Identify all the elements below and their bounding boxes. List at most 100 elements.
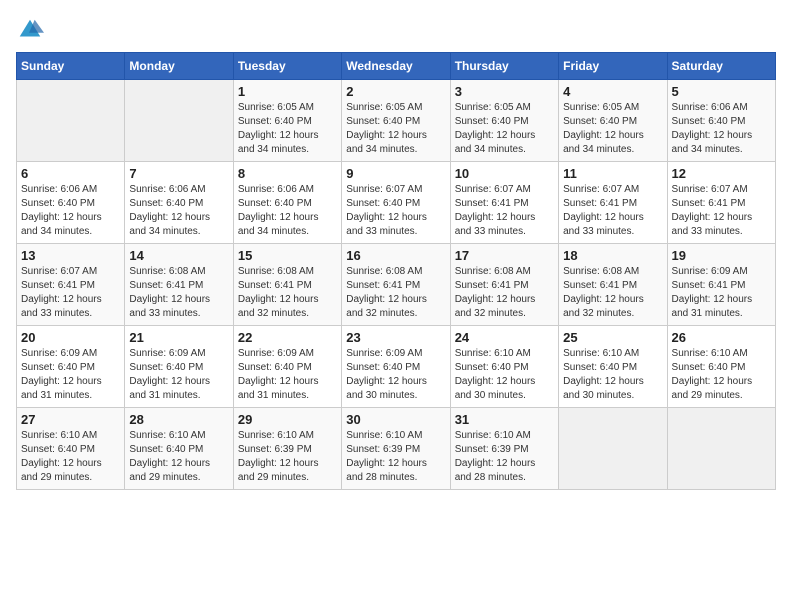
day-number: 11 [563,166,662,181]
day-number: 6 [21,166,120,181]
day-info: Sunrise: 6:10 AMSunset: 6:40 PMDaylight:… [129,429,228,485]
calendar-cell: 16Sunrise: 6:08 AMSunset: 6:41 PMDayligh… [342,244,450,326]
calendar-week-1: 1 Sunrise: 6:05 AMSunset: 6:40 PMDaylight… [17,80,776,162]
calendar-cell: 17 Sunrise: 6:08 AMSunset: 6:41 PMDayligh… [450,244,558,326]
calendar-cell: 24 Sunrise: 6:10 AMSunset: 6:40 PMDayligh… [450,326,558,408]
calendar-cell: 22 Sunrise: 6:09 AMSunset: 6:40 PMDayligh… [233,326,341,408]
calendar-cell: 2 Sunrise: 6:05 AMSunset: 6:40 PMDaylight… [342,80,450,162]
calendar-cell: 18Sunrise: 6:08 AMSunset: 6:41 PMDayligh… [559,244,667,326]
day-info: Sunrise: 6:06 AMSunset: 6:40 PMDaylight:… [21,183,120,239]
day-info: Sunrise: 6:10 AMSunset: 6:40 PMDaylight:… [563,347,662,403]
day-info: Sunrise: 6:08 AMSunset: 6:41 PMDaylight:… [563,265,662,321]
calendar-week-3: 13 Sunrise: 6:07 AMSunset: 6:41 PMDayligh… [17,244,776,326]
day-number: 31 [455,412,554,427]
day-info: Sunrise: 6:09 AMSunset: 6:41 PMDaylight:… [672,265,771,321]
weekday-header-friday: Friday [559,53,667,80]
calendar-cell: 31 Sunrise: 6:10 AMSunset: 6:39 PMDayligh… [450,408,558,490]
calendar-cell: 4 Sunrise: 6:05 AMSunset: 6:40 PMDaylight… [559,80,667,162]
calendar-cell [125,80,233,162]
calendar-cell: 10 Sunrise: 6:07 AMSunset: 6:41 PMDayligh… [450,162,558,244]
calendar-cell: 13 Sunrise: 6:07 AMSunset: 6:41 PMDayligh… [17,244,125,326]
day-info: Sunrise: 6:08 AMSunset: 6:41 PMDaylight:… [238,265,337,321]
calendar-cell: 9Sunrise: 6:07 AMSunset: 6:40 PMDaylight… [342,162,450,244]
page-header [16,16,776,44]
calendar-cell: 21 Sunrise: 6:09 AMSunset: 6:40 PMDayligh… [125,326,233,408]
calendar-cell [17,80,125,162]
day-info: Sunrise: 6:07 AMSunset: 6:41 PMDaylight:… [21,265,120,321]
calendar-cell: 26 Sunrise: 6:10 AMSunset: 6:40 PMDayligh… [667,326,775,408]
day-info: Sunrise: 6:05 AMSunset: 6:40 PMDaylight:… [455,101,554,157]
day-info: Sunrise: 6:06 AMSunset: 6:40 PMDaylight:… [672,101,771,157]
day-number: 28 [129,412,228,427]
calendar-week-4: 20 Sunrise: 6:09 AMSunset: 6:40 PMDayligh… [17,326,776,408]
day-number: 23 [346,330,445,345]
day-number: 15 [238,248,337,263]
calendar-cell: 19 Sunrise: 6:09 AMSunset: 6:41 PMDayligh… [667,244,775,326]
day-number: 9 [346,166,445,181]
calendar-cell: 14 Sunrise: 6:08 AMSunset: 6:41 PMDayligh… [125,244,233,326]
day-number: 10 [455,166,554,181]
day-number: 12 [672,166,771,181]
calendar-cell: 28 Sunrise: 6:10 AMSunset: 6:40 PMDayligh… [125,408,233,490]
day-number: 2 [346,84,445,99]
calendar-cell: 20 Sunrise: 6:09 AMSunset: 6:40 PMDayligh… [17,326,125,408]
day-number: 26 [672,330,771,345]
calendar-table: SundayMondayTuesdayWednesdayThursdayFrid… [16,52,776,490]
day-number: 14 [129,248,228,263]
calendar-cell [667,408,775,490]
day-info: Sunrise: 6:08 AMSunset: 6:41 PMDaylight:… [129,265,228,321]
calendar-cell: 29 Sunrise: 6:10 AMSunset: 6:39 PMDayligh… [233,408,341,490]
day-info: Sunrise: 6:07 AMSunset: 6:41 PMDaylight:… [563,183,662,239]
calendar-cell: 1 Sunrise: 6:05 AMSunset: 6:40 PMDaylight… [233,80,341,162]
calendar-cell: 5 Sunrise: 6:06 AMSunset: 6:40 PMDaylight… [667,80,775,162]
day-number: 27 [21,412,120,427]
day-number: 19 [672,248,771,263]
day-info: Sunrise: 6:10 AMSunset: 6:39 PMDaylight:… [238,429,337,485]
calendar-cell [559,408,667,490]
day-number: 1 [238,84,337,99]
day-info: Sunrise: 6:08 AMSunset: 6:41 PMDaylight:… [455,265,554,321]
day-info: Sunrise: 6:10 AMSunset: 6:40 PMDaylight:… [672,347,771,403]
calendar-cell: 15 Sunrise: 6:08 AMSunset: 6:41 PMDayligh… [233,244,341,326]
day-number: 22 [238,330,337,345]
day-number: 13 [21,248,120,263]
weekday-header-saturday: Saturday [667,53,775,80]
day-number: 5 [672,84,771,99]
day-info: Sunrise: 6:09 AMSunset: 6:40 PMDaylight:… [346,347,445,403]
logo [16,16,48,44]
day-info: Sunrise: 6:07 AMSunset: 6:41 PMDaylight:… [455,183,554,239]
day-info: Sunrise: 6:05 AMSunset: 6:40 PMDaylight:… [563,101,662,157]
calendar-cell: 7Sunrise: 6:06 AMSunset: 6:40 PMDaylight… [125,162,233,244]
calendar-cell: 23 Sunrise: 6:09 AMSunset: 6:40 PMDayligh… [342,326,450,408]
day-info: Sunrise: 6:07 AMSunset: 6:41 PMDaylight:… [672,183,771,239]
day-number: 4 [563,84,662,99]
calendar-cell: 6 Sunrise: 6:06 AMSunset: 6:40 PMDaylight… [17,162,125,244]
day-info: Sunrise: 6:06 AMSunset: 6:40 PMDaylight:… [129,183,228,239]
calendar-week-2: 6 Sunrise: 6:06 AMSunset: 6:40 PMDaylight… [17,162,776,244]
day-info: Sunrise: 6:05 AMSunset: 6:40 PMDaylight:… [238,101,337,157]
calendar-week-5: 27 Sunrise: 6:10 AMSunset: 6:40 PMDayligh… [17,408,776,490]
day-number: 24 [455,330,554,345]
logo-icon [16,16,44,44]
calendar-cell: 30Sunrise: 6:10 AMSunset: 6:39 PMDayligh… [342,408,450,490]
calendar-cell: 25Sunrise: 6:10 AMSunset: 6:40 PMDayligh… [559,326,667,408]
day-info: Sunrise: 6:05 AMSunset: 6:40 PMDaylight:… [346,101,445,157]
day-info: Sunrise: 6:09 AMSunset: 6:40 PMDaylight:… [129,347,228,403]
day-number: 29 [238,412,337,427]
day-number: 8 [238,166,337,181]
weekday-header-tuesday: Tuesday [233,53,341,80]
day-number: 20 [21,330,120,345]
day-number: 3 [455,84,554,99]
day-info: Sunrise: 6:10 AMSunset: 6:40 PMDaylight:… [21,429,120,485]
day-info: Sunrise: 6:08 AMSunset: 6:41 PMDaylight:… [346,265,445,321]
calendar-cell: 8Sunrise: 6:06 AMSunset: 6:40 PMDaylight… [233,162,341,244]
calendar-header: SundayMondayTuesdayWednesdayThursdayFrid… [17,53,776,80]
day-info: Sunrise: 6:10 AMSunset: 6:39 PMDaylight:… [455,429,554,485]
weekday-header-sunday: Sunday [17,53,125,80]
day-number: 21 [129,330,228,345]
day-number: 30 [346,412,445,427]
day-number: 17 [455,248,554,263]
day-info: Sunrise: 6:09 AMSunset: 6:40 PMDaylight:… [238,347,337,403]
day-info: Sunrise: 6:10 AMSunset: 6:40 PMDaylight:… [455,347,554,403]
day-info: Sunrise: 6:09 AMSunset: 6:40 PMDaylight:… [21,347,120,403]
